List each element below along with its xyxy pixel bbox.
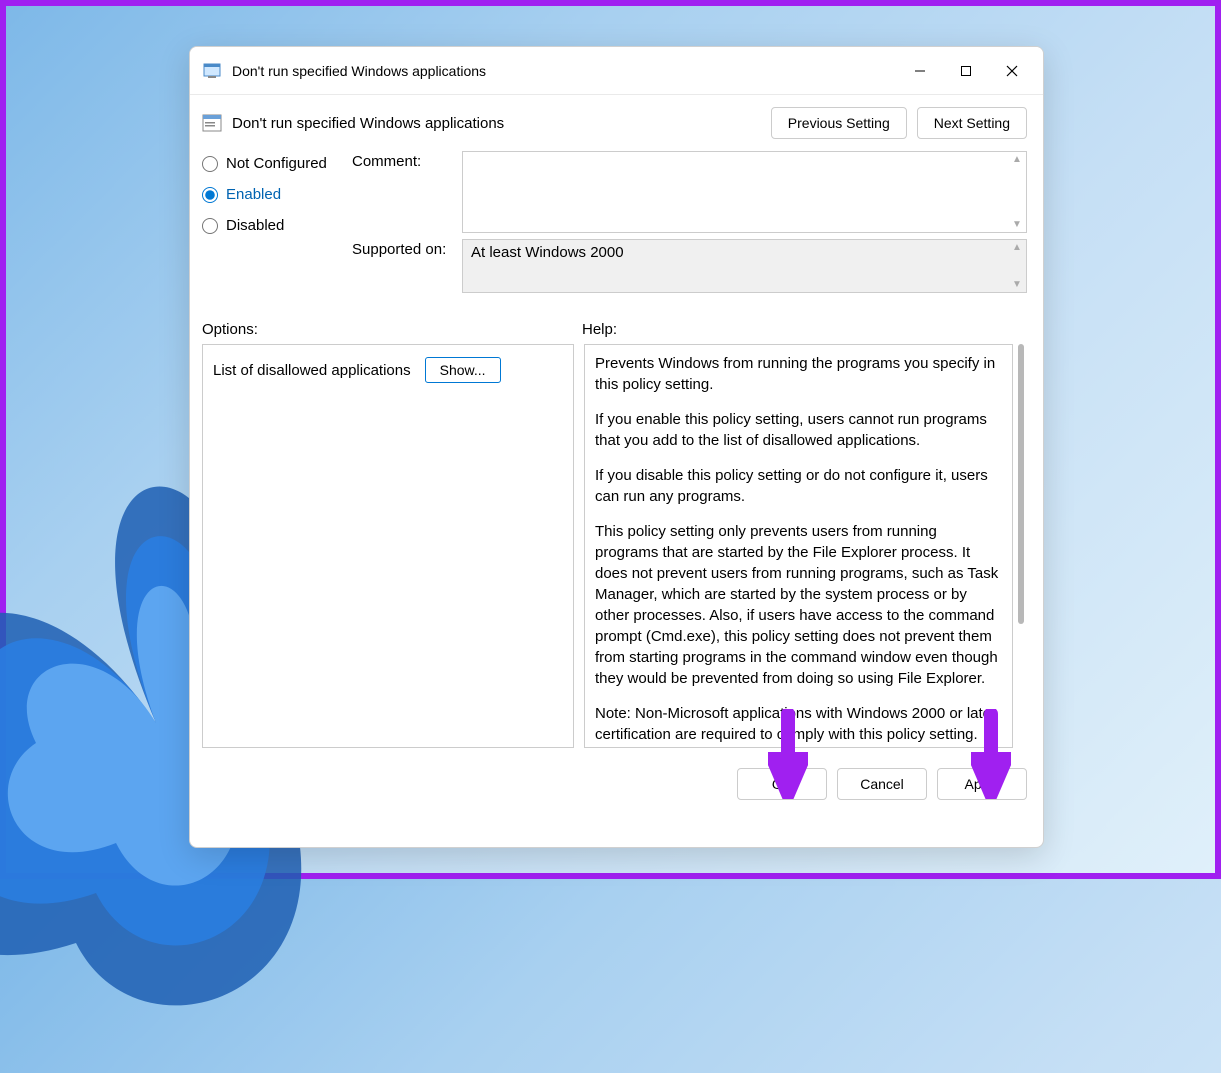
titlebar: Don't run specified Windows applications — [190, 47, 1043, 95]
show-button[interactable]: Show... — [425, 357, 501, 383]
radio-not-configured[interactable]: Not Configured — [202, 155, 352, 172]
help-section-label: Help: — [582, 321, 617, 338]
apply-button[interactable]: Apply — [937, 768, 1027, 800]
previous-setting-button[interactable]: Previous Setting — [771, 107, 907, 139]
supported-on-value: At least Windows 2000 — [471, 244, 624, 261]
comment-scroll[interactable]: ▲▼ — [1010, 154, 1024, 230]
policy-dialog-window: Don't run specified Windows applications… — [189, 46, 1044, 848]
app-icon — [202, 61, 222, 81]
help-panel: Prevents Windows from running the progra… — [584, 344, 1013, 748]
help-text: Note: Non-Microsoft applications with Wi… — [595, 703, 1002, 745]
next-setting-button[interactable]: Next Setting — [917, 107, 1027, 139]
radio-enabled[interactable]: Enabled — [202, 186, 352, 203]
help-scrollbar[interactable] — [1015, 344, 1027, 748]
options-section-label: Options: — [202, 321, 582, 338]
supported-label: Supported on: — [352, 239, 462, 258]
radio-label: Disabled — [226, 217, 284, 234]
radio-label: Not Configured — [226, 155, 327, 172]
header-row: Don't run specified Windows applications… — [190, 95, 1043, 147]
help-text: Prevents Windows from running the progra… — [595, 353, 1002, 395]
maximize-button[interactable] — [943, 53, 989, 89]
supported-scroll[interactable]: ▲▼ — [1010, 242, 1024, 290]
disallowed-apps-label: List of disallowed applications — [213, 362, 411, 379]
comment-textarea[interactable]: ▲▼ — [462, 151, 1027, 233]
comment-label: Comment: — [352, 151, 462, 170]
window-title: Don't run specified Windows applications — [232, 63, 897, 79]
help-text: If you enable this policy setting, users… — [595, 409, 1002, 451]
minimize-button[interactable] — [897, 53, 943, 89]
ok-button[interactable]: OK — [737, 768, 827, 800]
radio-disabled[interactable]: Disabled — [202, 217, 352, 234]
close-button[interactable] — [989, 53, 1035, 89]
supported-on-box: At least Windows 2000 ▲▼ — [462, 239, 1027, 293]
help-text: If you disable this policy setting or do… — [595, 465, 1002, 507]
policy-title: Don't run specified Windows applications — [232, 115, 761, 132]
cancel-button[interactable]: Cancel — [837, 768, 927, 800]
help-text: This policy setting only prevents users … — [595, 521, 1002, 689]
policy-icon — [202, 113, 222, 133]
options-panel: List of disallowed applications Show... — [202, 344, 574, 748]
radio-label: Enabled — [226, 186, 281, 203]
